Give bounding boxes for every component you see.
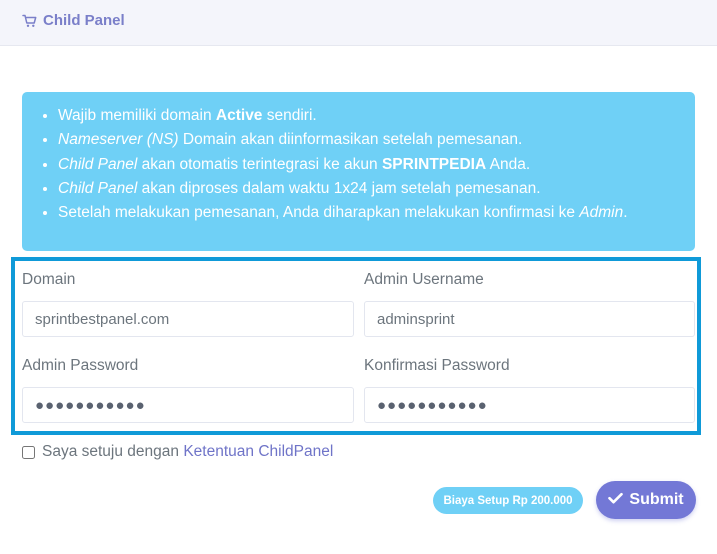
agreement-label: Saya setuju dengan <box>42 443 184 460</box>
notice-text: Child Panel <box>58 155 138 173</box>
terms-link[interactable]: Ketentuan ChildPanel <box>183 443 333 460</box>
agreement-row: Saya setuju dengan Ketentuan ChildPanel <box>22 443 333 461</box>
password-input[interactable] <box>22 387 354 423</box>
notice-item: Nameserver (NS) Domain akan diinformasik… <box>58 128 695 152</box>
username-input[interactable] <box>364 301 695 337</box>
notice-item: Child Panel akan diproses dalam waktu 1x… <box>58 177 695 201</box>
submit-button[interactable]: Submit <box>596 481 696 519</box>
notice-list: Wajib memiliki domain Active sendiri.Nam… <box>22 92 695 225</box>
notice-text: akan diproses dalam waktu 1x24 jam setel… <box>137 179 541 197</box>
card-title: Child Panel <box>22 12 125 29</box>
username-label: Admin Username <box>364 271 484 288</box>
agreement-text: Saya setuju dengan Ketentuan ChildPanel <box>42 443 333 461</box>
notice-item: Wajib memiliki domain Active sendiri. <box>58 104 695 128</box>
setup-fee-badge: Biaya Setup Rp 200.000 <box>433 487 583 514</box>
notice-item: Setelah melakukan pemesanan, Anda dihara… <box>58 201 695 225</box>
notice-text: sendiri. <box>262 107 317 124</box>
domain-input[interactable] <box>22 301 354 337</box>
agreement-checkbox[interactable] <box>22 445 35 459</box>
notice-text: Domain akan diinformasikan setelah pemes… <box>178 131 523 149</box>
notice-text: . <box>623 204 628 222</box>
notice-text: SPRINTPEDIA <box>381 155 487 173</box>
domain-label: Domain <box>22 271 76 288</box>
notice-text: Admin <box>579 204 624 222</box>
password-label: Admin Password <box>22 357 139 374</box>
confirm-password-label: Konfirmasi Password <box>364 357 510 374</box>
notice-text: Nameserver (NS) <box>58 131 179 149</box>
notice-text: Active <box>215 107 263 124</box>
notice-item: Child Panel akan otomatis terintegrasi k… <box>58 153 695 177</box>
confirm-password-input[interactable] <box>364 387 695 423</box>
cart-icon <box>22 14 37 28</box>
check-icon <box>608 491 624 509</box>
card-title-text: Child Panel <box>43 12 125 29</box>
notice-text: Setelah melakukan pemesanan, Anda dihara… <box>58 204 580 222</box>
notice-text: Wajib memiliki domain <box>58 107 216 124</box>
notice-text: Anda. <box>486 155 531 173</box>
card-header: Child Panel <box>0 0 717 46</box>
notice-text: akan otomatis terintegrasi ke akun <box>137 155 382 173</box>
info-alert: Wajib memiliki domain Active sendiri.Nam… <box>22 92 695 251</box>
notice-text: Child Panel <box>58 179 138 197</box>
submit-label: Submit <box>629 491 684 508</box>
